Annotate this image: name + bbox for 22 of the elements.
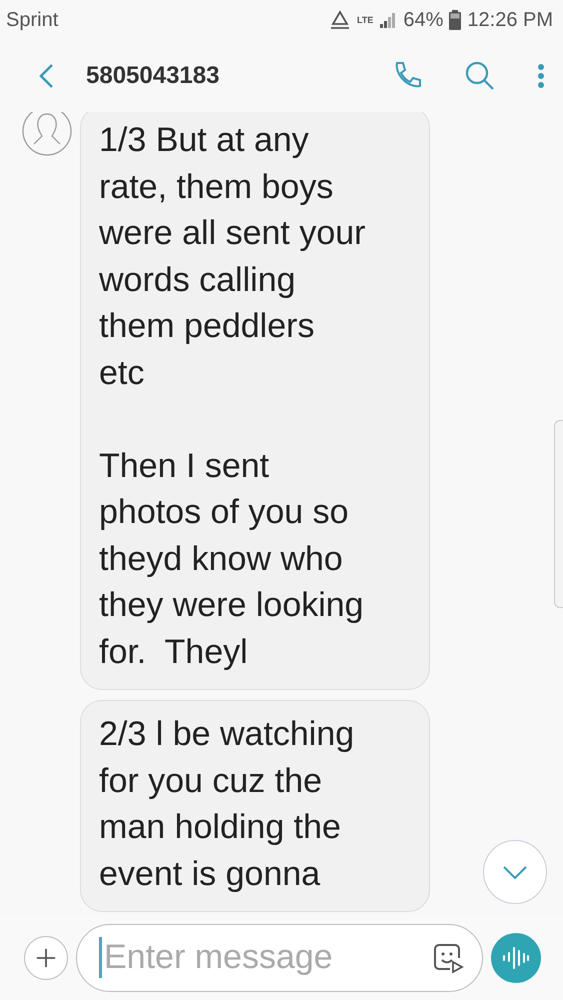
battery-level: 64%	[403, 8, 444, 32]
network-label: LTE	[357, 15, 374, 25]
signal-icon	[379, 11, 398, 29]
scroll-thumb[interactable]	[554, 420, 563, 608]
waveform-icon	[501, 946, 531, 970]
more-icon[interactable]	[537, 63, 545, 89]
message-bubble[interactable]: 2/3 l be watching for you cuz the man holding the event is gonna	[80, 700, 430, 912]
plus-icon	[35, 946, 57, 968]
carrier-name: Sprint	[6, 8, 58, 32]
avatar-icon[interactable]	[22, 112, 72, 156]
chevron-down-icon	[502, 864, 528, 880]
battery-icon	[449, 10, 462, 30]
clock: 12:26 PM	[467, 8, 553, 32]
search-icon[interactable]	[465, 61, 495, 91]
contact-number: 5805043183	[86, 62, 220, 90]
message-box[interactable]: Enter message	[76, 924, 483, 992]
voice-button[interactable]	[491, 932, 541, 982]
sticker-icon[interactable]	[432, 942, 464, 974]
attach-button[interactable]	[24, 936, 68, 980]
back-icon[interactable]	[38, 63, 54, 89]
message-bubble[interactable]: 1/3 But at any rate, them boys were all sent your words calling them peddlers etc Then I sent photos of you so theyd know who they were looking for. Theyl	[80, 112, 430, 690]
triangle-icon	[329, 10, 352, 30]
